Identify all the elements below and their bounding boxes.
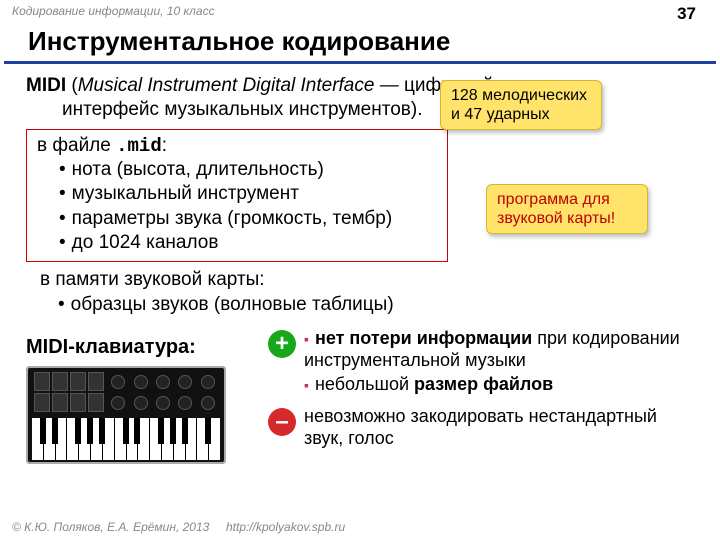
midi-keyboard-image — [26, 366, 226, 464]
callout-program: программа для звуковой карты! — [486, 184, 648, 234]
footer-url: http://kpolyakov.spb.ru — [226, 520, 345, 534]
callout-instruments: 128 мелодических и 47 ударных — [440, 80, 602, 130]
memory-lead: в памяти звуковой карты: — [40, 268, 694, 292]
midi-abbr: MIDI — [26, 75, 66, 96]
course-label: Кодирование информации, 10 класс — [12, 4, 215, 24]
file-item: параметры звука (громкость, тембр) — [59, 207, 437, 231]
con-item: невозможно закодировать нестандартный зв… — [304, 406, 688, 450]
pros-list: нет потери информации при кодировании ин… — [304, 328, 688, 398]
header-strip: Кодирование информации, 10 класс 37 — [0, 0, 720, 26]
pros-cons-block: + нет потери информации при кодировании … — [268, 328, 688, 450]
copyright: © К.Ю. Поляков, Е.А. Ерёмин, 2013 — [12, 520, 209, 534]
file-ext: .mid — [116, 135, 162, 157]
footer: © К.Ю. Поляков, Е.А. Ерёмин, 2013 http:/… — [0, 518, 720, 536]
page-number: 37 — [677, 4, 696, 24]
pro-item: нет потери информации при кодировании ин… — [304, 328, 688, 372]
memory-item: образцы звуков (волновые таблицы) — [58, 293, 694, 317]
file-items: нота (высота, длительность) музыкальный … — [37, 158, 437, 255]
file-contents-box: в файле .mid: нота (высота, длительность… — [26, 129, 448, 263]
page-title: Инструментальное кодирование — [4, 26, 716, 64]
file-item: до 1024 каналов — [59, 231, 437, 255]
file-item: музыкальный инструмент — [59, 182, 437, 206]
midi-expansion: Musical Instrument Digital Interface — [78, 75, 375, 96]
memory-block: в памяти звуковой карты: образцы звуков … — [40, 268, 694, 317]
minus-icon: – — [268, 408, 296, 436]
plus-icon: + — [268, 330, 296, 358]
file-item: нота (высота, длительность) — [59, 158, 437, 182]
file-lead: в файле — [37, 135, 116, 156]
pro-item: небольшой размер файлов — [304, 374, 688, 396]
